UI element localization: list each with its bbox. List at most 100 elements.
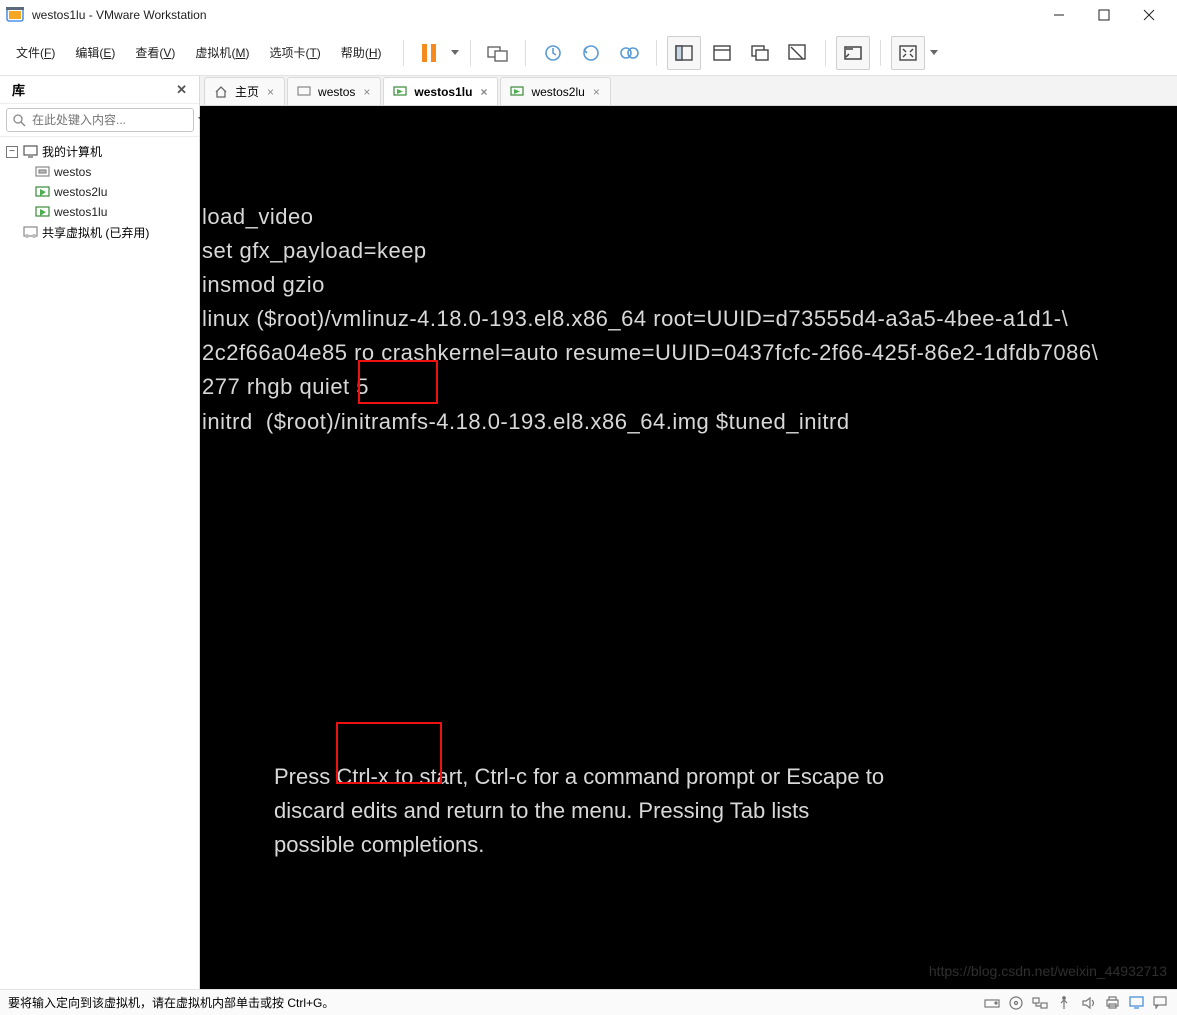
separator xyxy=(656,40,657,66)
library-search[interactable] xyxy=(6,108,194,132)
collapse-icon[interactable]: − xyxy=(6,146,18,158)
vmware-app-icon xyxy=(6,6,24,24)
network-icon[interactable] xyxy=(1031,995,1049,1011)
tabstrip: 主页 × westos × westos1lu × westos2lu × xyxy=(200,76,1177,106)
body: 库 ✕ − 我的计算机 westos westos2lu xyxy=(0,76,1177,989)
view-console-button[interactable] xyxy=(667,36,701,70)
send-ctrlaltdel-button[interactable] xyxy=(481,36,515,70)
menu-edit[interactable]: 编辑(E) xyxy=(65,40,125,65)
vm-off-icon xyxy=(296,84,312,100)
search-icon xyxy=(13,114,26,127)
message-icon[interactable] xyxy=(1151,995,1169,1011)
snapshot-revert-button[interactable] xyxy=(574,36,608,70)
tab-label: westos2lu xyxy=(531,85,584,99)
tree-label: westos2lu xyxy=(54,185,107,199)
console-line: load_video xyxy=(202,200,1177,234)
console-line: insmod gzio xyxy=(202,268,1177,302)
console-line: set gfx_payload=keep xyxy=(202,234,1177,268)
menu-file[interactable]: 文件(F) xyxy=(6,40,65,65)
status-text: 要将输入定向到该虚拟机，请在虚拟机内部单击或按 Ctrl+G。 xyxy=(8,994,334,1011)
menu-tabs[interactable]: 选项卡(T) xyxy=(259,40,330,65)
prompt-line: discard edits and return to the menu. Pr… xyxy=(274,794,884,828)
tree-vm-westos[interactable]: westos xyxy=(0,162,199,182)
home-icon xyxy=(213,84,229,100)
tab-close-button[interactable]: × xyxy=(478,85,489,99)
console-line: 277 rhgb quiet 5 xyxy=(202,370,1177,404)
shared-icon xyxy=(22,225,38,241)
pause-button[interactable] xyxy=(412,36,446,70)
quick-connect-button[interactable] xyxy=(836,36,870,70)
printer-icon[interactable] xyxy=(1103,995,1121,1011)
tab-westos2lu[interactable]: westos2lu × xyxy=(500,77,610,105)
window-title: westos1lu - VMware Workstation xyxy=(32,8,207,22)
vm-on-icon xyxy=(509,84,525,100)
separator xyxy=(880,40,881,66)
prompt-line: possible completions. xyxy=(274,828,884,862)
library-header: 库 ✕ xyxy=(0,76,199,104)
vm-on-icon xyxy=(34,204,50,220)
view-multi-button[interactable] xyxy=(743,36,777,70)
tab-label: 主页 xyxy=(235,83,259,100)
device-tray xyxy=(983,995,1169,1011)
tree-vm-westos1lu[interactable]: westos1lu xyxy=(0,202,199,222)
console-line: linux ($root)/vmlinuz-4.18.0-193.el8.x86… xyxy=(202,302,1177,336)
menu-vm[interactable]: 虚拟机(M) xyxy=(185,40,259,65)
fullscreen-dropdown[interactable] xyxy=(929,50,939,56)
highlight-box-bottom xyxy=(336,722,442,784)
library-tree: − 我的计算机 westos westos2lu westos1lu 共享虚拟机… xyxy=(0,137,199,247)
usb-icon[interactable] xyxy=(1055,995,1073,1011)
tab-close-button[interactable]: × xyxy=(265,85,276,99)
console-line: 2c2f66a04e85 ro crashkernel=auto resume=… xyxy=(202,336,1177,370)
monitor-icon xyxy=(22,144,38,160)
fullscreen-button[interactable] xyxy=(891,36,925,70)
watermark: https://blog.csdn.net/weixin_44932713 xyxy=(929,961,1167,983)
titlebar-left: westos1lu - VMware Workstation xyxy=(6,6,207,24)
menu-help[interactable]: 帮助(H) xyxy=(331,40,392,65)
separator xyxy=(470,40,471,66)
snapshot-manager-button[interactable] xyxy=(612,36,646,70)
separator xyxy=(403,40,404,66)
close-button[interactable] xyxy=(1126,1,1171,29)
library-title: 库 xyxy=(12,80,25,99)
library-search-row xyxy=(0,104,199,137)
display-icon[interactable] xyxy=(1127,995,1145,1011)
vm-console[interactable]: load_video set gfx_payload=keep insmod g… xyxy=(200,106,1177,989)
tab-close-button[interactable]: × xyxy=(361,85,372,99)
power-dropdown[interactable] xyxy=(450,50,460,56)
view-single-button[interactable] xyxy=(705,36,739,70)
grub-editor: load_video set gfx_payload=keep insmod g… xyxy=(200,200,1177,439)
tree-vm-westos2lu[interactable]: westos2lu xyxy=(0,182,199,202)
minimize-button[interactable] xyxy=(1036,1,1081,29)
sound-icon[interactable] xyxy=(1079,995,1097,1011)
window-controls xyxy=(1036,1,1171,29)
tab-label: westos xyxy=(318,85,355,99)
toolbar xyxy=(410,30,939,75)
tab-close-button[interactable]: × xyxy=(591,85,602,99)
library-search-input[interactable] xyxy=(32,113,187,127)
library-close-button[interactable]: ✕ xyxy=(172,82,191,98)
menubar-row: 文件(F) 编辑(E) 查看(V) 虚拟机(M) 选项卡(T) 帮助(H) xyxy=(0,30,1177,76)
tree-shared-vms[interactable]: 共享虚拟机 (已弃用) xyxy=(0,222,199,243)
tab-label: westos1lu xyxy=(414,85,472,99)
tree-label: westos xyxy=(54,165,91,179)
vm-off-icon xyxy=(34,164,50,180)
maximize-button[interactable] xyxy=(1081,1,1126,29)
separator xyxy=(825,40,826,66)
library-sidebar: 库 ✕ − 我的计算机 westos westos2lu xyxy=(0,76,200,989)
vm-on-icon xyxy=(392,84,408,100)
menubar: 文件(F) 编辑(E) 查看(V) 虚拟机(M) 选项卡(T) 帮助(H) xyxy=(0,30,397,75)
vm-on-icon xyxy=(34,184,50,200)
tab-home[interactable]: 主页 × xyxy=(204,77,285,105)
tab-westos1lu[interactable]: westos1lu × xyxy=(383,77,498,105)
tab-westos[interactable]: westos × xyxy=(287,77,381,105)
cd-icon[interactable] xyxy=(1007,995,1025,1011)
separator xyxy=(525,40,526,66)
tree-label: 共享虚拟机 (已弃用) xyxy=(42,224,149,241)
tree-label: 我的计算机 xyxy=(42,143,102,160)
hdd-icon[interactable] xyxy=(983,995,1001,1011)
highlight-box-top xyxy=(358,360,438,404)
view-unity-button[interactable] xyxy=(781,36,815,70)
menu-view[interactable]: 查看(V) xyxy=(125,40,185,65)
snapshot-take-button[interactable] xyxy=(536,36,570,70)
tree-my-computer[interactable]: − 我的计算机 xyxy=(0,141,199,162)
